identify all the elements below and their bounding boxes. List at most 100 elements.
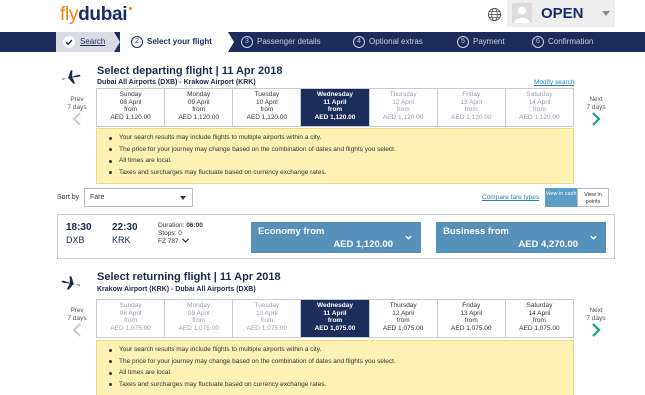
- date-date: 10 April: [256, 98, 278, 106]
- date-from: from: [464, 317, 478, 325]
- departing-title: Select departing flight | 11 Apr 2018: [97, 65, 283, 77]
- date-option[interactable]: Thursday 12 April from AED 1,120.00: [368, 89, 437, 126]
- date-option[interactable]: Thursday 12 April from AED 1,075.00: [368, 300, 437, 337]
- business-fare-button[interactable]: Business from AED 4,270.00: [436, 222, 606, 253]
- date-option[interactable]: Friday 13 April from AED 1,075.00: [436, 300, 505, 337]
- view-in-cash-button[interactable]: View in cash: [545, 188, 577, 207]
- notice-list: Your search results may include flights …: [97, 341, 573, 388]
- returning-notice: Your search results may include flights …: [96, 340, 574, 395]
- date-price: AED 1,120.00: [382, 113, 424, 121]
- chevron-down-icon: [602, 11, 610, 16]
- date-option[interactable]: Saturday 14 April from AED 1,120.00: [504, 89, 573, 126]
- economy-fare-button[interactable]: Economy from AED 1,120.00: [251, 222, 421, 253]
- arrival-time: 22:30: [112, 222, 138, 233]
- notice-item: Taxes and surcharges may fluctuate based…: [109, 381, 573, 389]
- date-option[interactable]: Wednesday 11 April from AED 1,120.00: [300, 89, 369, 126]
- date-price: AED 1,075.00: [382, 324, 424, 332]
- date-option[interactable]: Wednesday 11 April from AED 1,075.00: [300, 300, 369, 337]
- flydubai-logo[interactable]: flydubai: [60, 4, 133, 26]
- date-price: AED 1,075.00: [519, 324, 560, 332]
- date-from: from: [327, 317, 343, 325]
- departing-prev-7-days[interactable]: Prev 7 days: [65, 96, 89, 111]
- prev-label-line2: 7 days: [67, 103, 87, 111]
- account-label: OPEN: [541, 5, 584, 22]
- date-day: Friday: [462, 302, 481, 309]
- business-fare-label: Business from: [443, 226, 509, 237]
- returning-next-7-days[interactable]: Next 7 days: [584, 307, 608, 322]
- sort-select-value: Fare: [90, 194, 105, 201]
- step-label: Optional extras: [369, 37, 423, 46]
- booking-stepper: Search 2 Select your flight 3 Passenger …: [0, 32, 645, 52]
- date-day: Sunday: [119, 91, 142, 98]
- compare-fare-types-link[interactable]: Compare fare types: [482, 194, 539, 201]
- date-from: from: [396, 317, 410, 325]
- site-header: flydubai OPEN: [0, 0, 645, 30]
- step-label: Select your flight: [147, 37, 212, 46]
- date-option[interactable]: Tuesday 10 April from AED 1,075.00: [232, 300, 300, 337]
- prev-label-line2: 7 days: [67, 314, 87, 322]
- date-date: 08 April: [119, 309, 142, 317]
- date-date: 12 April: [392, 98, 414, 106]
- date-option[interactable]: Sunday 08 April from AED 1,120.00: [97, 89, 164, 126]
- notice-list: Your search results may include flights …: [97, 129, 573, 176]
- date-option[interactable]: Monday 09 April from AED 1,075.00: [164, 300, 232, 337]
- economy-fare-price: AED 1,120.00: [333, 239, 393, 250]
- step-label: Payment: [473, 37, 505, 46]
- sort-select[interactable]: Fare: [84, 188, 193, 207]
- departing-next-7-days[interactable]: Next 7 days: [584, 96, 608, 111]
- step-label: Search: [80, 37, 106, 46]
- chevron-left-icon[interactable]: [72, 323, 82, 337]
- date-option[interactable]: Saturday 14 April from AED 1,075.00: [504, 300, 573, 337]
- notice-item: Your search results may include flights …: [109, 134, 573, 142]
- date-day: Friday: [462, 91, 481, 98]
- duration-label: Duration:: [158, 222, 185, 229]
- view-in-points-button[interactable]: View in points: [577, 188, 609, 207]
- globe-icon[interactable]: [487, 7, 502, 22]
- flight-number: FZ 787: [158, 238, 179, 245]
- date-from: from: [124, 106, 138, 114]
- notice-item: Taxes and surcharges may fluctuate based…: [109, 169, 573, 177]
- date-day: Monday: [187, 91, 211, 98]
- returning-date-strip: Sunday 08 April from AED 1,075.00 Monday 09 A…: [96, 299, 574, 338]
- step-number: 5: [457, 36, 469, 48]
- date-date: 09 April: [187, 98, 210, 106]
- step-number: 4: [353, 36, 365, 48]
- step-search[interactable]: Search: [56, 32, 114, 52]
- sort-by-label: Sort by: [57, 194, 80, 201]
- flight-number-toggle[interactable]: FZ 787: [158, 238, 190, 246]
- date-from: from: [260, 106, 274, 114]
- date-from: from: [192, 317, 206, 325]
- date-price: AED 1,120.00: [519, 113, 560, 121]
- date-option[interactable]: Friday 13 April from AED 1,120.00: [436, 89, 505, 126]
- chevron-right-icon[interactable]: [591, 323, 601, 337]
- returning-route: Krakow Airport (KRK) - Dubai All Airport…: [97, 286, 256, 293]
- date-date: 12 April: [392, 309, 414, 317]
- date-option[interactable]: Monday 09 April from AED 1,120.00: [164, 89, 232, 126]
- returning-prev-7-days[interactable]: Prev 7 days: [65, 307, 89, 322]
- notice-item: Your search results may include flights …: [109, 346, 573, 354]
- account-menu[interactable]: OPEN: [507, 0, 615, 27]
- notice-item: The price for your journey may change ba…: [109, 358, 573, 366]
- date-date: 10 April: [256, 309, 278, 317]
- step-separator: [228, 32, 234, 52]
- next-label-line2: 7 days: [586, 103, 606, 111]
- date-from: from: [260, 317, 274, 325]
- step-select-flight: 2 Select your flight: [120, 32, 228, 52]
- date-day: Thursday: [389, 91, 417, 98]
- date-day: Wednesday: [316, 302, 353, 309]
- step-number: 2: [131, 36, 143, 48]
- returning-plane-icon: [61, 276, 81, 290]
- departure-airport: DXB: [66, 235, 85, 245]
- departing-date-strip: Sunday 08 April from AED 1,120.00 Monday 09 A…: [96, 88, 574, 127]
- date-date: 11 April: [323, 309, 347, 317]
- chevron-right-icon[interactable]: [591, 112, 601, 126]
- modify-search-link[interactable]: Modify search: [534, 79, 574, 86]
- date-from: from: [327, 106, 343, 114]
- date-price: AED 1,075.00: [246, 324, 288, 332]
- chevron-left-icon[interactable]: [72, 112, 82, 126]
- page: flydubai OPEN Search 2 Select your fligh…: [0, 0, 645, 395]
- date-option[interactable]: Sunday 08 April from AED 1,075.00: [97, 300, 164, 337]
- date-option[interactable]: Tuesday 10 April from AED 1,120.00: [232, 89, 300, 126]
- next-label-line2: 7 days: [586, 314, 606, 322]
- date-date: 14 April: [528, 98, 551, 106]
